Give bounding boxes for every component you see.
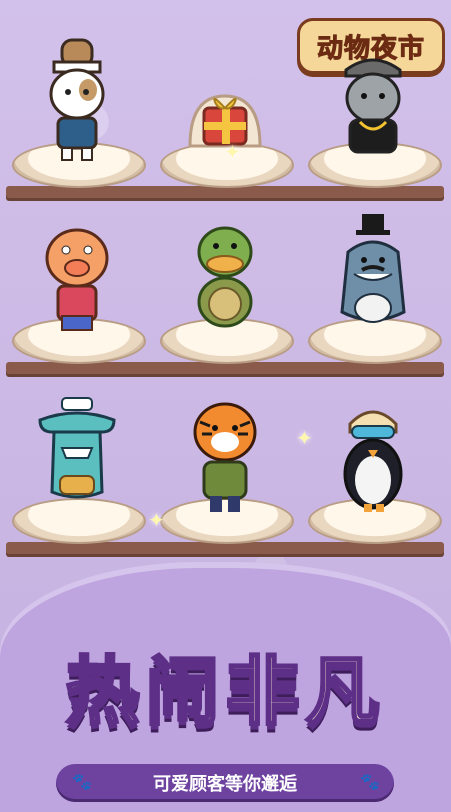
promo-subtitle: 可爱顾客等你邂逅 (153, 774, 297, 795)
sparkle-icon: ✦ (224, 140, 241, 164)
pig-character[interactable] (32, 212, 122, 342)
customer-slot-tiger[interactable] (158, 384, 294, 544)
gangster-seal-character[interactable] (328, 36, 418, 166)
customer-slot-gentleman-shark[interactable] (306, 204, 442, 364)
customer-slot-gift-box[interactable] (158, 28, 294, 188)
cool-penguin-character[interactable] (328, 392, 418, 522)
sailor-hammerhead-character[interactable] (32, 392, 122, 522)
chef-dog-character[interactable] (32, 36, 122, 166)
turtle-duck-character[interactable] (180, 212, 270, 342)
promo-title: 热闹非凡 (64, 648, 386, 737)
promo-subtitle-bar: 可爱顾客等你邂逅 (56, 764, 394, 802)
sparkle-icon: ✦ (148, 508, 165, 532)
customer-slot-cool-penguin[interactable] (306, 384, 442, 544)
tiger-character[interactable] (180, 392, 270, 522)
customer-slot-pig[interactable] (10, 204, 146, 364)
customer-slot-turtle-duck[interactable] (158, 204, 294, 364)
gentleman-shark-character[interactable] (328, 212, 418, 342)
customer-slot-gangster-seal[interactable] (306, 28, 442, 188)
customer-slot-sailor-hammerhead[interactable] (10, 384, 146, 544)
customer-slot-chef-dog[interactable] (10, 28, 146, 188)
paw-icon: 🐾 (360, 772, 380, 791)
sparkle-icon: ✦ (296, 426, 313, 450)
paw-icon: 🐾 (72, 772, 92, 791)
